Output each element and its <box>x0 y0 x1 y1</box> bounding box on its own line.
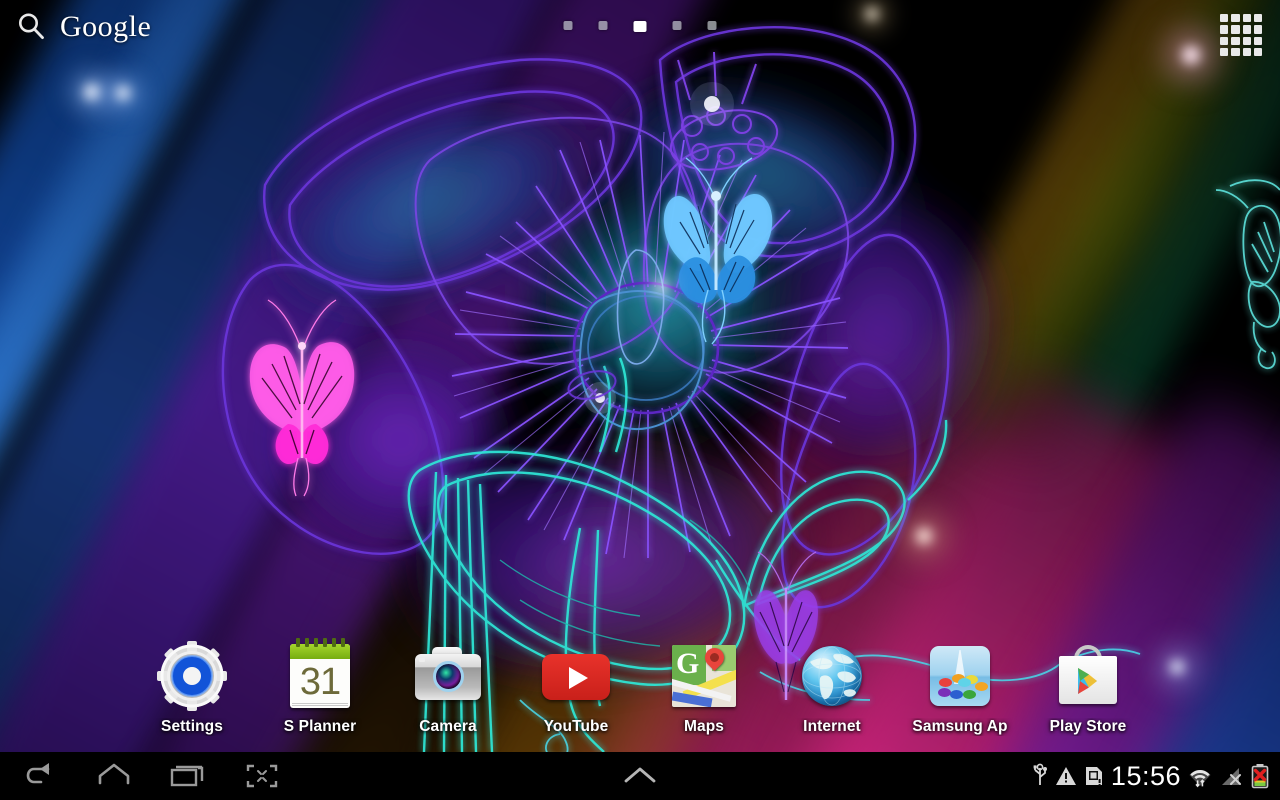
status-bar[interactable]: 15:56 <box>1032 752 1276 800</box>
page-dot-5[interactable] <box>707 21 717 30</box>
app-settings[interactable]: Settings <box>128 640 256 736</box>
search-icon <box>14 10 48 44</box>
app-label: S Planner <box>283 718 357 735</box>
apps-grid-icon[interactable] <box>1220 14 1262 56</box>
home-screen: Google Settings 31 S Planner Camera YouT… <box>0 0 1280 800</box>
app-label: Internet <box>803 718 861 735</box>
app-samsung-apps[interactable]: Samsung Ap <box>896 640 1024 736</box>
app-camera[interactable]: Camera <box>384 640 512 736</box>
signal-icon <box>1219 764 1243 788</box>
play-store-icon <box>1052 640 1124 712</box>
teal-butterfly-edge <box>1215 179 1280 370</box>
google-search-bar[interactable]: Google <box>14 10 151 44</box>
show-menu-button[interactable] <box>617 756 663 796</box>
warning-icon <box>1055 765 1077 787</box>
app-s-planner[interactable]: 31 S Planner <box>256 638 384 736</box>
app-label: YouTube <box>543 718 609 735</box>
glow-spot-4 <box>916 528 932 544</box>
glow-spot-7 <box>656 282 666 292</box>
calendar-icon: 31 <box>284 638 356 712</box>
top-bar: Google <box>0 0 1280 60</box>
app-label: Play Store <box>1049 718 1127 735</box>
navigation-bar: 15:56 <box>0 752 1280 800</box>
app-maps[interactable]: G Maps <box>640 640 768 736</box>
page-dot-3-active[interactable] <box>633 21 647 32</box>
glow-spot-2 <box>116 86 130 100</box>
google-maps-icon: G <box>668 640 740 712</box>
camera-icon <box>412 640 484 712</box>
recents-button[interactable] <box>164 756 212 796</box>
status-clock: 15:56 <box>1110 761 1181 791</box>
app-dock: Settings 31 S Planner Camera YouTube G M… <box>0 628 1280 748</box>
google-label: Google <box>60 10 152 43</box>
page-dot-2[interactable] <box>598 21 608 30</box>
app-internet[interactable]: Internet <box>768 640 896 736</box>
screenshot-button[interactable] <box>238 756 286 796</box>
wifi-icon <box>1188 764 1212 788</box>
app-label: Samsung Ap <box>912 718 1008 735</box>
glow-spot-1 <box>84 84 100 100</box>
calendar-day-number: 31 <box>299 661 341 703</box>
page-dot-1[interactable] <box>563 21 573 30</box>
home-button[interactable] <box>90 756 138 796</box>
page-dot-4[interactable] <box>672 21 682 30</box>
sd-card-icon <box>1084 765 1104 787</box>
app-label: Camera <box>419 718 477 735</box>
samsung-apps-icon <box>924 640 996 712</box>
app-label: Settings <box>161 718 223 735</box>
settings-gear-icon <box>156 640 228 712</box>
app-youtube[interactable]: YouTube <box>512 640 640 736</box>
page-indicator <box>563 21 717 32</box>
app-play-store[interactable]: Play Store <box>1024 640 1152 736</box>
back-button[interactable] <box>16 756 64 796</box>
battery-icon <box>1250 763 1270 789</box>
globe-browser-icon <box>796 640 868 712</box>
youtube-icon <box>540 640 612 712</box>
app-label: Maps <box>683 718 725 735</box>
usb-icon <box>1032 763 1048 789</box>
